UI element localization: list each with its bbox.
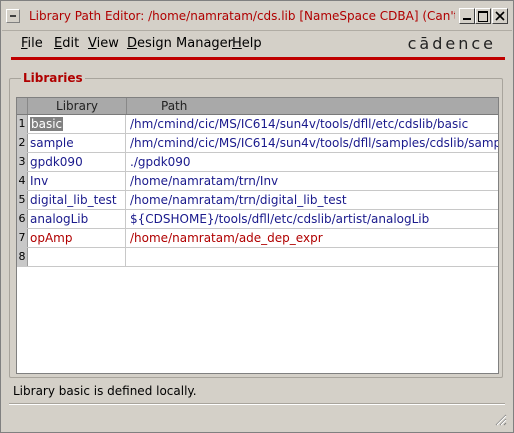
menu-help[interactable]: Help xyxy=(232,36,262,52)
library-cell[interactable]: basic xyxy=(29,115,126,133)
table-row[interactable]: 3 gpdk090 ./gpdk090 xyxy=(17,153,498,172)
path-cell[interactable]: ./gpdk090 xyxy=(129,153,498,171)
table-row[interactable]: 6 analogLib ${CDSHOME}/tools/dfll/etc/cdsl… xyxy=(17,210,498,229)
row-number: 2 xyxy=(17,134,28,152)
menu-bar: File Edit View Design Manager Help cāden… xyxy=(2,31,512,57)
row-number: 5 xyxy=(17,191,28,209)
library-cell[interactable]: Inv xyxy=(29,172,126,190)
library-cell[interactable] xyxy=(29,248,126,266)
row-number: 7 xyxy=(17,229,28,247)
row-number: 6 xyxy=(17,210,28,228)
path-cell[interactable]: /hm/cmind/cic/MS/IC614/sun4v/tools/dfll/… xyxy=(129,134,498,152)
resize-grip-icon[interactable] xyxy=(493,412,507,426)
maximize-button[interactable] xyxy=(475,8,491,24)
path-cell[interactable]: ${CDSHOME}/tools/dfll/etc/cdslib/artist/… xyxy=(129,210,498,228)
table-header: Library Path xyxy=(17,98,498,115)
table-row[interactable]: 2 sample/hm/cmind/cic/MS/IC614/sun4v/tool… xyxy=(17,134,498,153)
library-name: digital_lib_test xyxy=(30,193,117,207)
close-icon xyxy=(495,11,505,21)
table-row[interactable]: 4 Inv/home/namratam/trn/Inv xyxy=(17,172,498,191)
status-separator xyxy=(9,403,505,405)
row-number: 1 xyxy=(17,115,28,133)
libraries-group-label: Libraries xyxy=(21,70,85,86)
library-name: sample xyxy=(30,136,74,150)
path-cell[interactable]: /hm/cmind/cic/MS/IC614/sun4v/tools/dfll/… xyxy=(129,115,498,133)
close-button[interactable] xyxy=(492,8,508,24)
library-name: opAmp xyxy=(30,231,73,245)
library-name: gpdk090 xyxy=(30,155,83,169)
row-number: 8 xyxy=(17,248,28,266)
libraries-table: Library Path 1 basic/hm/cmind/cic/MS/IC61… xyxy=(16,97,499,374)
menu-design-manager[interactable]: Design Manager xyxy=(127,36,233,52)
library-cell[interactable]: sample xyxy=(29,134,126,152)
library-path-editor-window: Library Path Editor: /home/namratam/cds.… xyxy=(0,0,514,433)
path-cell[interactable] xyxy=(129,248,498,266)
library-cell[interactable]: opAmp xyxy=(29,229,126,247)
header-corner xyxy=(17,98,28,114)
table-row[interactable]: 7 opAmp/home/namratam/ade_dep_expr xyxy=(17,229,498,248)
table-row[interactable]: 1 basic/hm/cmind/cic/MS/IC614/sun4v/tools… xyxy=(17,115,498,134)
table-row[interactable]: 8 xyxy=(17,248,498,267)
table-row[interactable]: 5 digital_lib_test/home/namratam/trn/digi… xyxy=(17,191,498,210)
row-number: 3 xyxy=(17,153,28,171)
library-name: analogLib xyxy=(30,212,89,226)
library-cell[interactable]: gpdk090 xyxy=(29,153,126,171)
brand-divider xyxy=(11,57,505,60)
library-name: Inv xyxy=(30,174,49,188)
library-name: basic xyxy=(30,117,64,131)
window-menu-icon[interactable] xyxy=(6,9,20,23)
cadence-logo: cādence xyxy=(407,34,496,53)
menu-edit[interactable]: Edit xyxy=(54,36,79,52)
status-message: Library basic is defined locally. xyxy=(13,384,197,398)
path-cell[interactable]: /home/namratam/trn/Inv xyxy=(129,172,498,190)
library-cell[interactable]: digital_lib_test xyxy=(29,191,126,209)
menu-view[interactable]: View xyxy=(88,36,119,52)
column-header-path[interactable]: Path xyxy=(127,98,261,114)
path-cell[interactable]: /home/namratam/ade_dep_expr xyxy=(129,229,498,247)
title-bar[interactable]: Library Path Editor: /home/namratam/cds.… xyxy=(2,2,512,31)
row-number: 4 xyxy=(17,172,28,190)
minimize-button[interactable] xyxy=(459,8,475,24)
menu-file[interactable]: File xyxy=(21,36,43,52)
column-header-library[interactable]: Library xyxy=(28,98,127,114)
path-cell[interactable]: /home/namratam/trn/digital_lib_test xyxy=(129,191,498,209)
library-cell[interactable]: analogLib xyxy=(29,210,126,228)
window-title: Library Path Editor: /home/namratam/cds.… xyxy=(29,9,455,23)
